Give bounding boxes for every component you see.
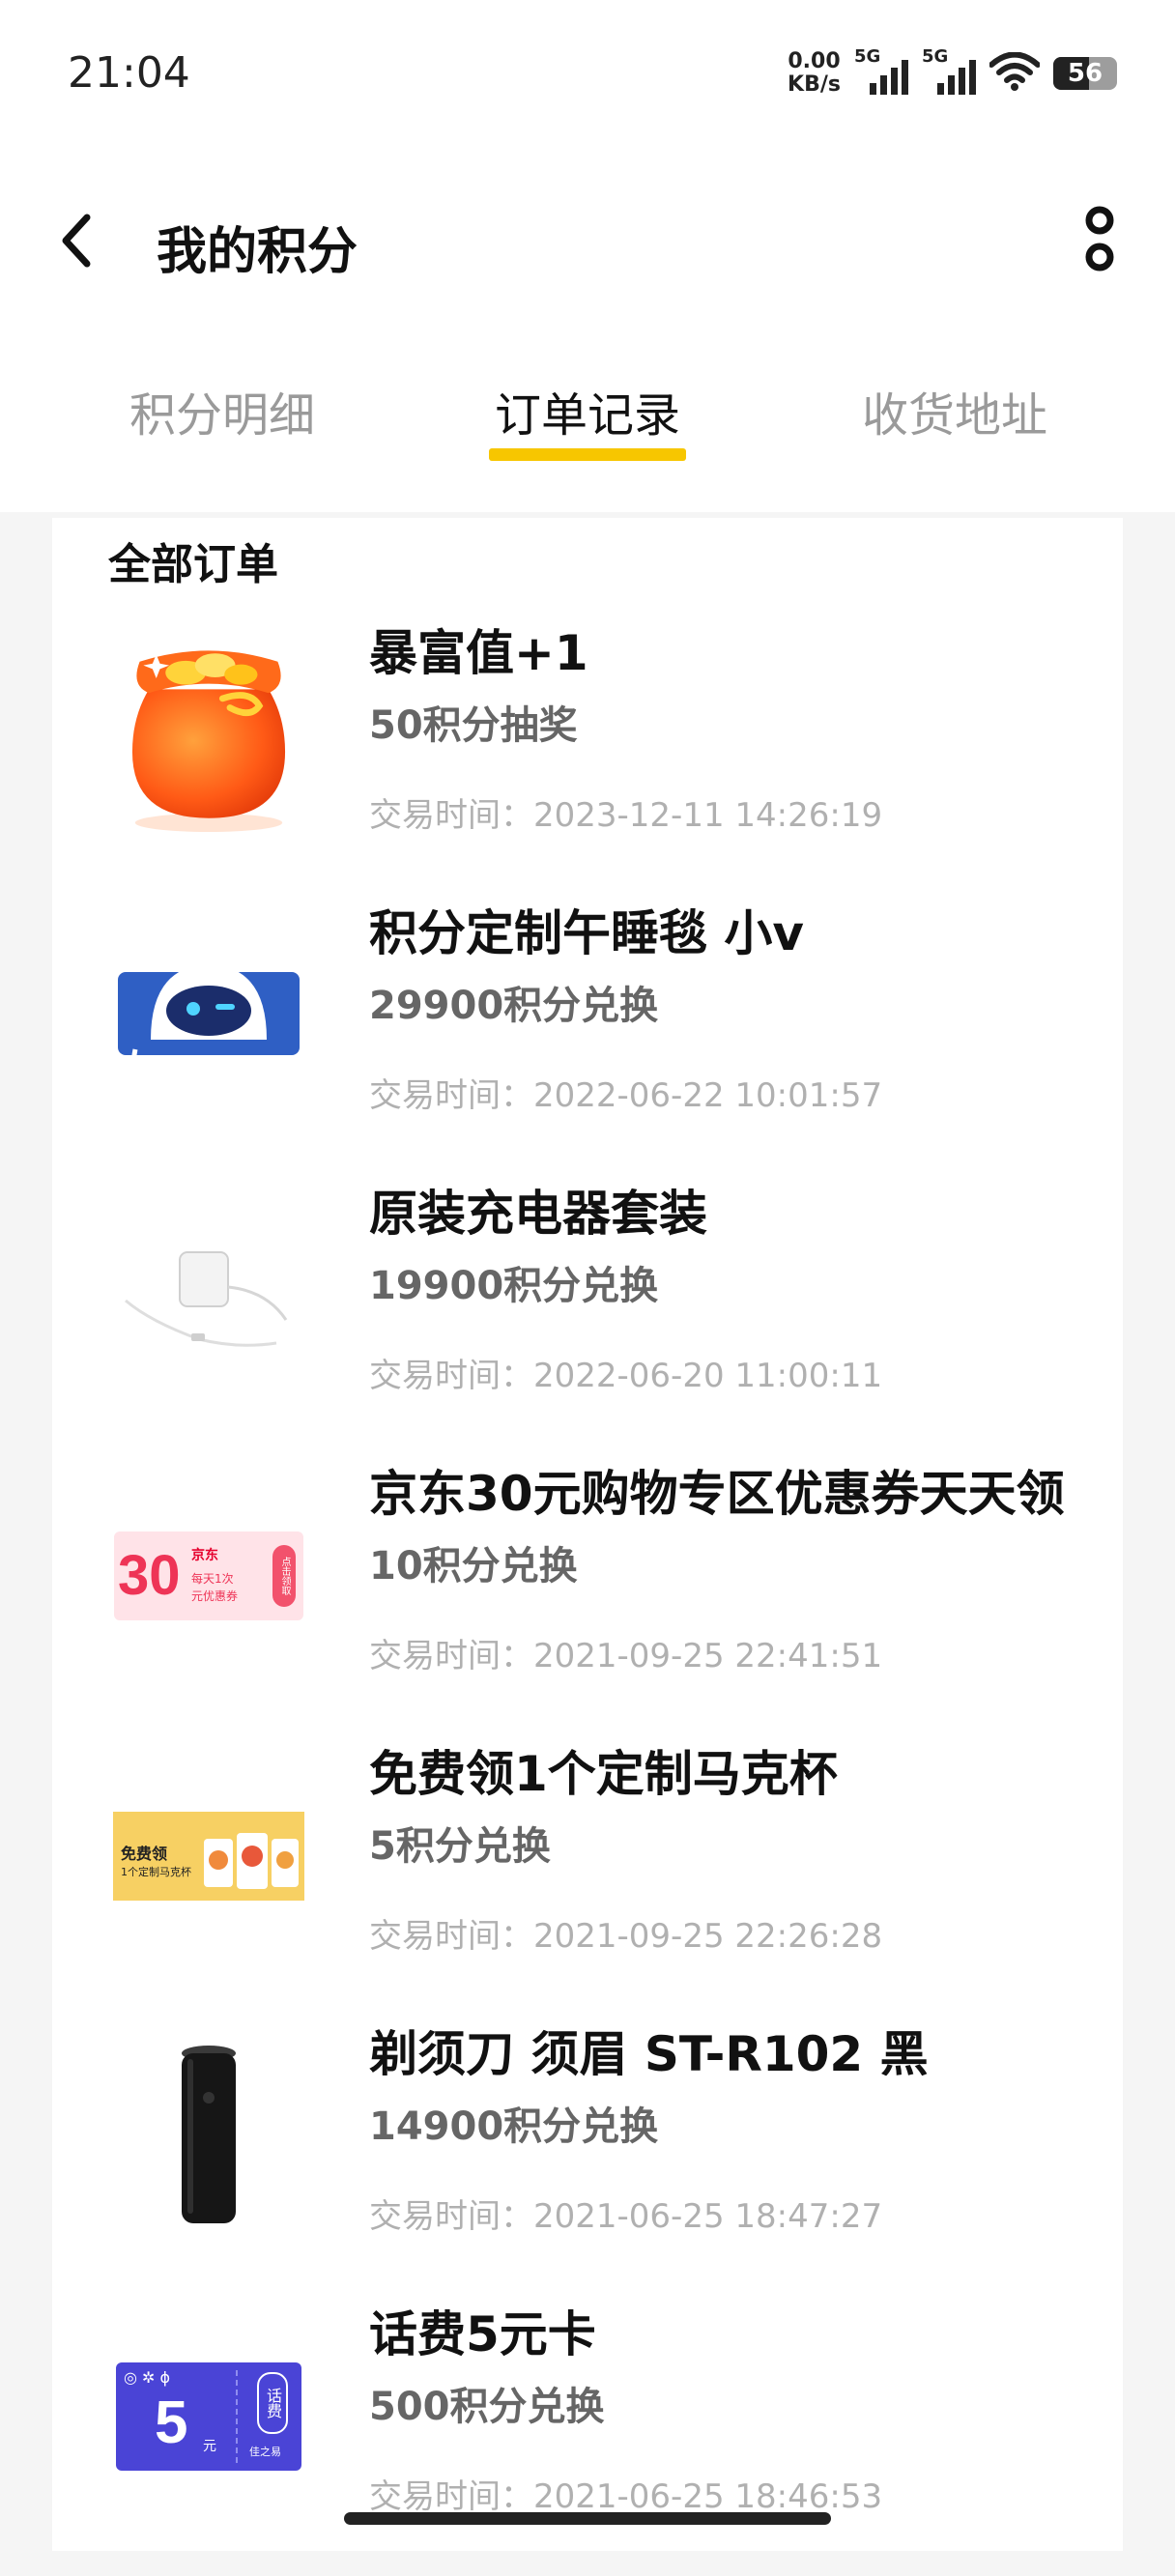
order-item[interactable]: ◎ ✲ ϕ 5 元 话费 佳之易 话费5元卡 500积分兑换 交易时间：2021… (52, 2296, 1123, 2576)
tab-shipping-address[interactable]: 收货地址 (810, 377, 1100, 444)
order-name: 京东30元购物专区优惠券天天领 (369, 1466, 1065, 1522)
active-tab-indicator (489, 448, 686, 461)
order-name: 话费5元卡 (369, 2306, 596, 2362)
nap-blanket-image (112, 914, 305, 1117)
order-time: 交易时间：2021-09-25 22:26:28 (369, 1917, 883, 1956)
battery-level: 56 (1067, 59, 1103, 88)
tab-points-detail[interactable]: 积分明细 (77, 377, 367, 444)
order-time: 交易时间：2021-06-25 18:46:53 (369, 2477, 883, 2516)
signal-5g-icon: 5G (854, 46, 908, 95)
order-price: 50积分抽奖 (369, 703, 578, 748)
phone-card-image: ◎ ✲ ϕ 5 元 话费 佳之易 (112, 2315, 305, 2518)
status-time: 21:04 (68, 48, 190, 98)
order-name: 剃须刀 须眉 ST-R102 黑 (369, 2026, 929, 2082)
order-name: 暴富值+1 (369, 625, 588, 681)
order-time: 交易时间：2021-06-25 18:47:27 (369, 2197, 883, 2236)
order-time: 交易时间：2022-06-20 11:00:11 (369, 1357, 883, 1395)
coupon-brand: 京东 (191, 1548, 218, 1563)
order-price: 5积分兑换 (369, 1824, 551, 1869)
chevron-left-icon (58, 212, 97, 273)
orders-card: 全部订单 暴富值+1 50积分抽奖 交易时间：2023-12-11 14:26:… (52, 518, 1123, 2551)
order-price: 500积分兑换 (369, 2385, 605, 2429)
more-button[interactable] (1071, 203, 1129, 280)
network-speed: 0.00 KB/s (788, 50, 841, 97)
tab-bar: 积分明细 订单记录 收货地址 (0, 377, 1175, 483)
coupon-line2: 元优惠券 (191, 1589, 239, 1603)
page-title: 我的积分 (157, 223, 358, 281)
jd-coupon-image: 30 京东 每天1次 元优惠券 点击领取 (112, 1474, 305, 1677)
coupon-line1: 每天1次 (191, 1572, 234, 1586)
order-price: 29900积分兑换 (369, 984, 659, 1028)
mug-banner-image: 免费领 1个定制马克杯 (112, 1755, 305, 1958)
order-time: 交易时间：2023-12-11 14:26:19 (369, 796, 883, 835)
order-time: 交易时间：2021-09-25 22:41:51 (369, 1637, 883, 1675)
order-name: 积分定制午睡毯 小v (369, 905, 804, 961)
status-bar: 21:04 0.00 KB/s 5G 5G 56 (0, 0, 1175, 145)
order-item[interactable]: 积分定制午睡毯 小v 29900积分兑换 交易时间：2022-06-22 10:… (52, 895, 1123, 1175)
order-item[interactable]: 原装充电器套装 19900积分兑换 交易时间：2022-06-20 11:00:… (52, 1175, 1123, 1455)
tab-label: 收货地址 (861, 388, 1047, 443)
order-item[interactable]: 暴富值+1 50积分抽奖 交易时间：2023-12-11 14:26:19 (52, 615, 1123, 895)
section-title: 全部订单 (108, 540, 278, 589)
charger-image (112, 1194, 305, 1397)
tab-label: 订单记录 (494, 388, 680, 443)
card-unit: 元 (203, 2439, 216, 2454)
shaver-image (112, 2035, 305, 2238)
wifi-icon (989, 51, 1041, 95)
operator-logos: ◎ ✲ ϕ (124, 2368, 171, 2387)
network-speed-unit: KB/s (788, 72, 841, 97)
card-value: 5 (155, 2390, 188, 2456)
banner-line1: 免费领 (121, 1845, 168, 1863)
tab-label: 积分明细 (129, 388, 315, 443)
order-item[interactable]: 30 京东 每天1次 元优惠券 点击领取 京东30元购物专区优惠券天天领 10积… (52, 1455, 1123, 1735)
card-side-label: 话费 (257, 2372, 288, 2434)
page-header: 我的积分 积分明细 订单记录 收货地址 (0, 145, 1175, 512)
card-brand: 佳之易 (249, 2446, 281, 2458)
coupon-value: 30 (118, 1544, 181, 1607)
order-price: 10积分兑换 (369, 1544, 578, 1589)
signal-5g-icon: 5G (922, 46, 976, 95)
order-price: 14900积分兑换 (369, 2104, 659, 2149)
more-vertical-icon (1080, 203, 1119, 280)
back-button[interactable] (48, 209, 106, 276)
status-icons: 0.00 KB/s 5G 5G 56 (788, 46, 1117, 97)
order-time: 交易时间：2022-06-22 10:01:57 (369, 1076, 883, 1115)
lucky-bag-image (112, 634, 305, 837)
order-name: 免费领1个定制马克杯 (369, 1746, 838, 1802)
order-item[interactable]: 剃须刀 须眉 ST-R102 黑 14900积分兑换 交易时间：2021-06-… (52, 2016, 1123, 2296)
banner-line2: 1个定制马克杯 (121, 1866, 191, 1878)
tab-order-records[interactable]: 订单记录 (443, 377, 732, 461)
order-name: 原装充电器套装 (369, 1186, 707, 1242)
order-item[interactable]: 免费领 1个定制马克杯 免费领1个定制马克杯 5积分兑换 交易时间：2021-0… (52, 1735, 1123, 2016)
coupon-side-label: 点击领取 (272, 1545, 296, 1607)
home-indicator[interactable] (344, 2512, 831, 2525)
network-speed-value: 0.00 (788, 49, 841, 73)
order-price: 19900积分兑换 (369, 1264, 659, 1308)
battery-icon: 56 (1053, 57, 1117, 90)
